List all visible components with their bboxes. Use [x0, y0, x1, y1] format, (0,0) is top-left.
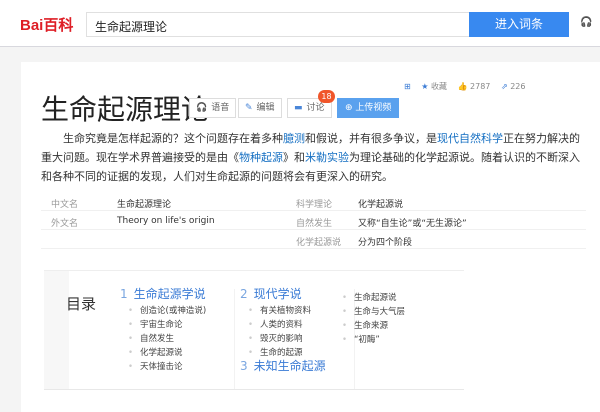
share-icon: ⇗ [500, 82, 508, 91]
toc-sidebar [44, 271, 69, 389]
header: Bai百科 生命起源理论 进入词条 🎧 [0, 0, 600, 47]
enter-entry-button[interactable]: 进入词条 [469, 12, 569, 37]
headphones-icon[interactable]: 🎧 [580, 17, 592, 28]
collect-label: 收藏 [430, 82, 447, 91]
toc-item[interactable]: 宇宙生命论 [128, 318, 183, 330]
paragraph-link[interactable]: 臆测 [283, 132, 305, 145]
toc-section-number: 2 [240, 287, 248, 301]
upload-label: 上传视频 [355, 103, 392, 113]
like-count: 2787 [470, 82, 491, 91]
toc-section[interactable]: 2 现代学说 [240, 285, 302, 302]
toc-section-number: 3 [240, 359, 248, 373]
toc-section-number: 1 [120, 287, 128, 301]
discuss-count-badge: 18 [318, 90, 335, 103]
info-label: 自然发生 [296, 219, 333, 229]
toc-item[interactable]: 生命起源说 [342, 291, 397, 303]
toc-section-title[interactable]: 生命起源学说 [134, 287, 206, 301]
paragraph-text: 生命究竟是怎样起源的？这个问题存在着多种 [63, 132, 283, 145]
toc-item[interactable]: 天体撞击论 [128, 360, 183, 372]
table-of-contents: 目录 1 生命起源学说创造论(或神造说) 宇宙生命论自然发生化学起源说天体撞击论 2现… [44, 270, 464, 390]
star-icon: ★ [421, 82, 429, 91]
toc-section[interactable]: 3 未知生命起源 [240, 357, 326, 374]
share-button[interactable]: ⇗ 226 [501, 82, 526, 91]
info-value: 又称“自生论”或“无生源论” [358, 219, 467, 229]
toc-item[interactable]: 毁灭的影响 [248, 332, 303, 344]
info-row: 外文名 Theory on life's origin 自然发生 又称“自生论”或“无… [41, 211, 586, 230]
toc-item[interactable]: 人类的资料 [248, 318, 303, 330]
summary-paragraph: 生命究竟是怎样起源的？这个问题存在着多种臆测和假说，并有很多争议，是现代自然科学… [41, 129, 589, 186]
plus-circle-icon: ⊕ [345, 103, 356, 113]
toc-section[interactable]: 1 生命起源学说 [120, 285, 206, 302]
paragraph-link[interactable]: 现代自然科学 [437, 132, 503, 145]
headphones-icon: 🎧 [196, 103, 208, 113]
paragraph-text: 和假说，并有很多争议，是 [305, 132, 437, 145]
like-button[interactable]: 👍 2787 [458, 82, 491, 91]
comment-icon: ▬ [294, 103, 303, 113]
info-value: 生命起源理论 [117, 200, 172, 210]
search-input[interactable]: 生命起源理论 [86, 12, 469, 37]
page-title: 生命起源理论 [41, 93, 210, 126]
toc-section-title[interactable]: 现代学说 [254, 287, 302, 301]
paragraph-link[interactable]: 物种起源 [239, 151, 283, 164]
paragraph-text: 》和 [283, 151, 305, 164]
toc-item[interactable]: “初酶” [342, 333, 380, 345]
toc-item[interactable]: 创造论(或神造说) [128, 304, 206, 316]
pencil-icon: ✎ [245, 103, 253, 113]
edit-button[interactable]: ✎ 编辑 [238, 98, 282, 118]
info-row: 中文名 生命起源理论 科学理论 化学起源说 [41, 192, 586, 211]
upload-video-button[interactable]: ⊕ 上传视频 [337, 98, 400, 118]
discuss-label: 讨论 [306, 103, 325, 113]
edit-label: 编辑 [256, 103, 275, 113]
thumbs-up-icon: 👍 [457, 82, 468, 91]
toc-section-title[interactable]: 未知生命起源 [254, 359, 326, 373]
info-value: 化学起源说 [358, 200, 404, 210]
toc-item[interactable]: 生命来源 [342, 319, 388, 331]
info-row: 化学起源说 分为四个阶段 [41, 230, 586, 249]
toc-item[interactable]: 自然发生 [128, 332, 174, 344]
voice-button[interactable]: 🎧 语音 [189, 98, 237, 118]
add-icon[interactable]: ⊞ [404, 82, 411, 91]
info-label: 中文名 [51, 200, 79, 210]
baike-logo[interactable]: Bai百科 [20, 14, 73, 35]
voice-label: 语音 [211, 103, 230, 113]
collect-button[interactable]: ★ 收藏 [421, 82, 447, 91]
info-label: 化学起源说 [296, 238, 342, 248]
info-value: Theory on life's origin [117, 216, 215, 226]
info-label: 科学理论 [296, 200, 333, 210]
info-value: 分为四个阶段 [358, 238, 413, 248]
toc-item[interactable]: 有关植物资料 [248, 304, 311, 316]
toc-divider [234, 289, 235, 389]
basic-info-table: 中文名 生命起源理论 科学理论 化学起源说 外文名 Theory on life's or… [41, 192, 586, 249]
toc-item[interactable]: 化学起源说 [128, 346, 183, 358]
paragraph-link[interactable]: 米勒实验 [305, 151, 349, 164]
share-count: 226 [510, 82, 526, 91]
info-label: 外文名 [51, 219, 79, 229]
entry-actions: ⊞ ★ 收藏 👍 2787 ⇗ 226 [404, 81, 533, 92]
toc-label: 目录 [66, 295, 97, 313]
toc-item[interactable]: 生命与大气层 [342, 305, 405, 317]
